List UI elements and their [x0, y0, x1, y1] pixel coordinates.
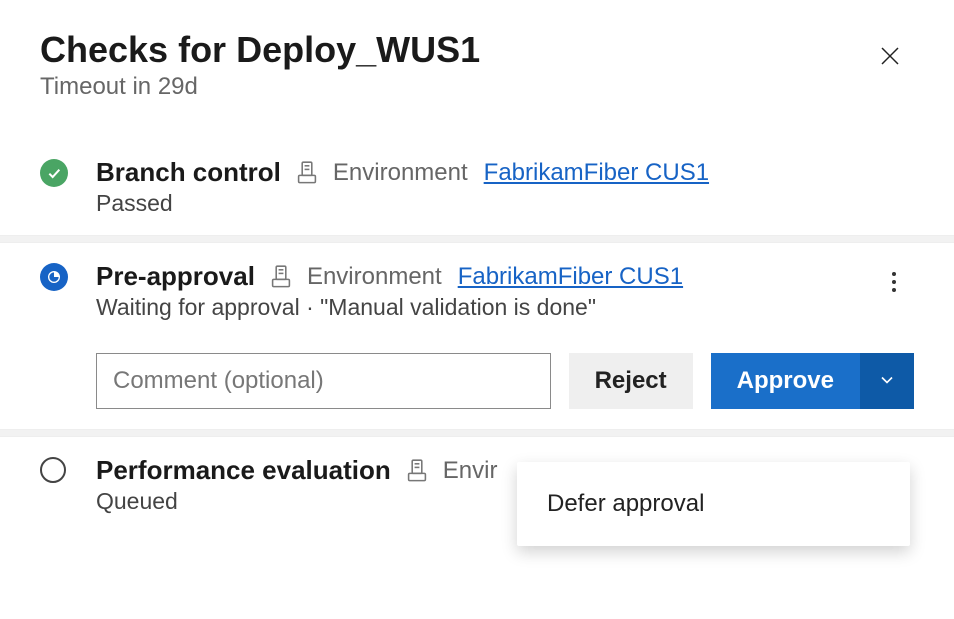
check-title-line: Pre-approval Environment FabrikamFiber C… — [96, 261, 874, 292]
check-title-line: Branch control Environment FabrikamFiber… — [96, 157, 914, 188]
environment-link[interactable]: FabrikamFiber CUS1 — [458, 263, 683, 291]
approve-button[interactable]: Approve — [711, 353, 860, 409]
approve-dropdown-menu: Defer approval — [517, 462, 910, 546]
check-title: Pre-approval — [96, 261, 255, 292]
status-queued-icon — [40, 457, 66, 483]
status-success-icon — [40, 159, 68, 187]
check-title: Branch control — [96, 157, 281, 188]
environment-label: Environment — [307, 263, 442, 291]
check-body: Pre-approval Environment FabrikamFiber C… — [96, 261, 874, 321]
approve-split-button: Approve — [711, 353, 914, 409]
close-button[interactable] — [866, 36, 914, 81]
approve-dropdown-toggle[interactable] — [860, 353, 914, 409]
comment-input[interactable] — [96, 353, 551, 409]
status-waiting-icon — [40, 263, 68, 291]
environment-label: Environment — [333, 159, 468, 187]
server-icon — [407, 459, 427, 483]
more-vertical-icon — [891, 273, 897, 298]
server-icon — [271, 265, 291, 289]
header-text: Checks for Deploy_WUS1 Timeout in 29d — [40, 28, 480, 101]
timeout-subtitle: Timeout in 29d — [40, 73, 480, 101]
more-options-button[interactable] — [887, 267, 901, 301]
check-title: Performance evaluation — [96, 455, 391, 486]
section-divider — [0, 235, 954, 243]
status-col — [40, 261, 96, 291]
environment-link[interactable]: FabrikamFiber CUS1 — [484, 159, 709, 187]
approval-actions: Reject Approve — [0, 339, 954, 429]
panel-header: Checks for Deploy_WUS1 Timeout in 29d — [0, 0, 954, 117]
section-divider — [0, 429, 954, 437]
server-icon — [297, 161, 317, 185]
page-title: Checks for Deploy_WUS1 — [40, 28, 480, 71]
environment-label: Envir — [443, 457, 498, 485]
check-status: Passed — [96, 190, 914, 217]
check-title-line: Performance evaluation Envir — [96, 455, 516, 486]
more-col — [874, 261, 914, 301]
chevron-down-icon — [877, 370, 897, 393]
check-branch-control: Branch control Environment FabrikamFiber… — [0, 117, 954, 235]
check-pre-approval: Pre-approval Environment FabrikamFiber C… — [0, 243, 954, 339]
close-icon — [878, 43, 902, 74]
check-body: Branch control Environment FabrikamFiber… — [96, 157, 914, 217]
reject-button[interactable]: Reject — [569, 353, 693, 409]
status-col — [40, 157, 96, 187]
check-status: Waiting for approval · "Manual validatio… — [96, 294, 874, 321]
status-col — [40, 455, 96, 483]
defer-approval-item[interactable]: Defer approval — [517, 480, 910, 528]
